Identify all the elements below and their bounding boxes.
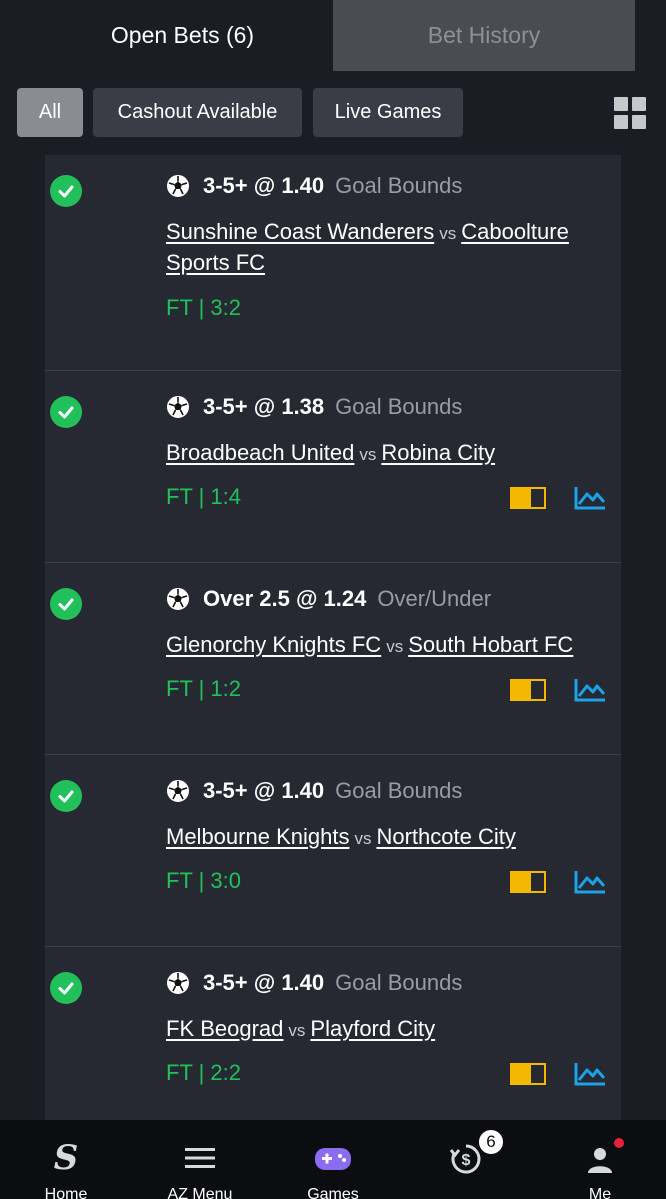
- filter-all-button[interactable]: All: [17, 88, 83, 137]
- cashout-count-badge: 6: [477, 1128, 505, 1156]
- bets-list: 3-5+ @ 1.40 Goal Bounds Sunshine Coast Wan…: [45, 155, 621, 1120]
- bet-selection: Over 2.5 @ 1.24: [203, 586, 367, 611]
- away-team-link[interactable]: Robina City: [381, 440, 495, 465]
- bet-selection: 3-5+ @ 1.40: [203, 173, 325, 198]
- home-team-link[interactable]: FK Beograd: [166, 1016, 283, 1041]
- match-stats-icon[interactable]: [574, 1061, 606, 1087]
- vs-label: vs: [439, 224, 457, 243]
- nav-az-menu[interactable]: AZ Menu: [140, 1120, 260, 1199]
- notification-dot: [614, 1138, 624, 1148]
- match-stats-icon[interactable]: [574, 869, 606, 895]
- gamepad-icon: [315, 1148, 351, 1170]
- nav-games-label: Games: [307, 1186, 359, 1199]
- match-name[interactable]: Broadbeach United vs Robina City: [166, 438, 611, 469]
- bet-selection: 3-5+ @ 1.40: [203, 778, 325, 803]
- user-icon: [588, 1148, 612, 1173]
- soccer-ball-icon: [167, 396, 189, 418]
- nav-games[interactable]: Games: [273, 1120, 393, 1199]
- vs-label: vs: [288, 1021, 306, 1040]
- away-team-link[interactable]: Northcote City: [376, 824, 515, 849]
- home-team-link[interactable]: Sunshine Coast Wanderers: [166, 219, 434, 244]
- vs-label: vs: [354, 829, 372, 848]
- home-team-link[interactable]: Broadbeach United: [166, 440, 354, 465]
- vs-label: vs: [386, 637, 404, 656]
- grid-view-icon[interactable]: [614, 97, 646, 129]
- tab-open-bets[interactable]: Open Bets (6): [32, 0, 333, 71]
- nav-me-label: Me: [588, 1186, 612, 1199]
- final-score: FT | 1:4: [166, 484, 242, 509]
- nav-cashout[interactable]: $: [406, 1120, 526, 1199]
- final-score: FT | 3:2: [166, 295, 242, 320]
- match-name[interactable]: Glenorchy Knights FC vs South Hobart FC: [166, 630, 611, 661]
- home-logo-icon: S: [53, 1138, 79, 1178]
- bet-market: Goal Bounds: [335, 394, 463, 419]
- match-stats-icon[interactable]: [574, 485, 606, 511]
- live-stream-icon[interactable]: [510, 487, 546, 509]
- nav-az-menu-label: AZ Menu: [167, 1186, 233, 1199]
- nav-home[interactable]: S Home: [6, 1120, 126, 1199]
- bet-market: Over/Under: [377, 586, 492, 611]
- bet-card[interactable]: 3-5+ @ 1.38 Goal Bounds Broadbeach United v…: [45, 371, 621, 563]
- settled-check-icon: [50, 396, 82, 428]
- nav-home-label: Home: [44, 1186, 88, 1199]
- away-team-link[interactable]: South Hobart FC: [408, 632, 573, 657]
- home-team-link[interactable]: Glenorchy Knights FC: [166, 632, 381, 657]
- settled-check-icon: [50, 972, 82, 1004]
- settled-check-icon: [50, 175, 82, 207]
- soccer-ball-icon: [167, 780, 189, 802]
- vs-label: vs: [359, 445, 377, 464]
- bet-card[interactable]: 3-5+ @ 1.40 Goal Bounds Melbourne Knights v…: [45, 755, 621, 947]
- bottom-nav: S Home AZ Menu Games $ Me: [0, 1120, 666, 1199]
- away-team-link[interactable]: Playford City: [310, 1016, 435, 1041]
- final-score: FT | 3:0: [166, 868, 242, 893]
- filter-cashout-button[interactable]: Cashout Available: [93, 88, 302, 137]
- bet-market: Goal Bounds: [335, 970, 463, 995]
- menu-icon: [185, 1148, 215, 1168]
- bet-selection: 3-5+ @ 1.38: [203, 394, 325, 419]
- soccer-ball-icon: [167, 588, 189, 610]
- match-name[interactable]: FK Beograd vs Playford City: [166, 1014, 611, 1045]
- bets-tabs: Open Bets (6) Bet History: [0, 0, 666, 71]
- bet-card[interactable]: 3-5+ @ 1.40 Goal Bounds FK Beograd vs Playfo…: [45, 947, 621, 1120]
- filter-live-games-button[interactable]: Live Games: [313, 88, 463, 137]
- match-name[interactable]: Melbourne Knights vs Northcote City: [166, 822, 611, 853]
- final-score: FT | 2:2: [166, 1060, 242, 1085]
- final-score: FT | 1:2: [166, 676, 242, 701]
- live-stream-icon[interactable]: [510, 1063, 546, 1085]
- bet-market: Goal Bounds: [335, 778, 463, 803]
- soccer-ball-icon: [167, 175, 189, 197]
- bet-selection: 3-5+ @ 1.40: [203, 970, 325, 995]
- settled-check-icon: [50, 588, 82, 620]
- live-stream-icon[interactable]: [510, 871, 546, 893]
- home-team-link[interactable]: Melbourne Knights: [166, 824, 349, 849]
- soccer-ball-icon: [167, 972, 189, 994]
- bet-card[interactable]: 3-5+ @ 1.40 Goal Bounds Sunshine Coast Wan…: [45, 155, 621, 371]
- match-stats-icon[interactable]: [574, 677, 606, 703]
- settled-check-icon: [50, 780, 82, 812]
- live-stream-icon[interactable]: [510, 679, 546, 701]
- bet-card[interactable]: Over 2.5 @ 1.24 Over/Under Glenorchy Knigh…: [45, 563, 621, 755]
- bet-market: Goal Bounds: [335, 173, 463, 198]
- filter-bar: All Cashout Available Live Games: [0, 71, 666, 155]
- svg-text:$: $: [462, 1152, 471, 1169]
- tab-bet-history[interactable]: Bet History: [333, 0, 635, 71]
- nav-me[interactable]: Me: [540, 1120, 660, 1199]
- match-name[interactable]: Sunshine Coast Wanderers vs Caboolture Spo…: [166, 217, 611, 277]
